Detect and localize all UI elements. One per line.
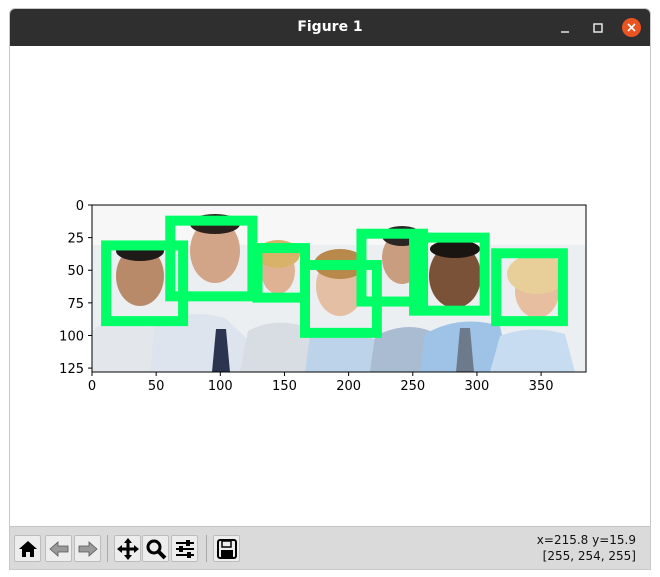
close-icon [627,23,636,32]
home-button[interactable] [14,535,41,562]
pan-icon [116,537,139,560]
cursor-coordinates: x=215.8 y=15.9 [255, 254, 255] [416,532,636,564]
minimize-button[interactable] [555,18,575,38]
y-tick-label: 25 [67,232,84,247]
pan-button[interactable] [114,535,141,562]
configure-subplots-icon [175,539,194,558]
save-icon [216,538,237,559]
x-tick-label: 300 [465,379,490,394]
cursor-xy: x=215.8 y=15.9 [536,533,636,547]
toolbar-separator [206,535,207,562]
maximize-button[interactable] [588,18,608,38]
y-tick-label: 0 [76,199,84,214]
configure-subplots-button[interactable] [171,535,198,562]
title-bar[interactable]: Figure 1 [10,9,650,46]
back-button[interactable] [45,535,72,562]
save-button[interactable] [213,535,240,562]
x-tick-label: 350 [529,379,554,394]
y-axis: 0 25 50 75 100 125 [59,199,92,377]
y-tick-label: 50 [67,264,84,279]
toolbar-separator [107,535,108,562]
window-title: Figure 1 [297,19,363,35]
y-tick-label: 125 [59,362,84,377]
axes-plot[interactable]: 0 50 100 150 200 250 300 350 0 25 50 75 100 125 [10,46,651,526]
y-tick-label: 75 [67,297,84,312]
forward-button[interactable] [74,535,101,562]
zoom-button[interactable] [142,535,169,562]
home-icon [18,540,37,557]
x-tick-label: 250 [400,379,425,394]
minimize-icon [561,31,569,33]
maximize-icon [593,23,603,33]
navigation-toolbar: x=215.8 y=15.9 [255, 254, 255] [10,526,650,569]
x-tick-label: 200 [336,379,361,394]
x-tick-label: 0 [88,379,96,394]
x-tick-label: 50 [148,379,165,394]
zoom-icon [146,539,166,559]
figure-canvas[interactable]: 0 50 100 150 200 250 300 350 0 25 50 75 100 125 [10,46,650,526]
x-axis: 0 50 100 150 200 250 300 350 [88,372,554,394]
y-tick-label: 100 [59,329,84,344]
forward-icon [78,540,98,557]
figure-window: Figure 1 0 50 100 150 200 250 300 350 0 … [9,8,651,570]
x-tick-label: 100 [208,379,233,394]
x-tick-label: 150 [272,379,297,394]
cursor-pixel-value: [255, 254, 255] [542,549,636,563]
close-button[interactable] [622,18,641,37]
back-icon [48,540,68,557]
